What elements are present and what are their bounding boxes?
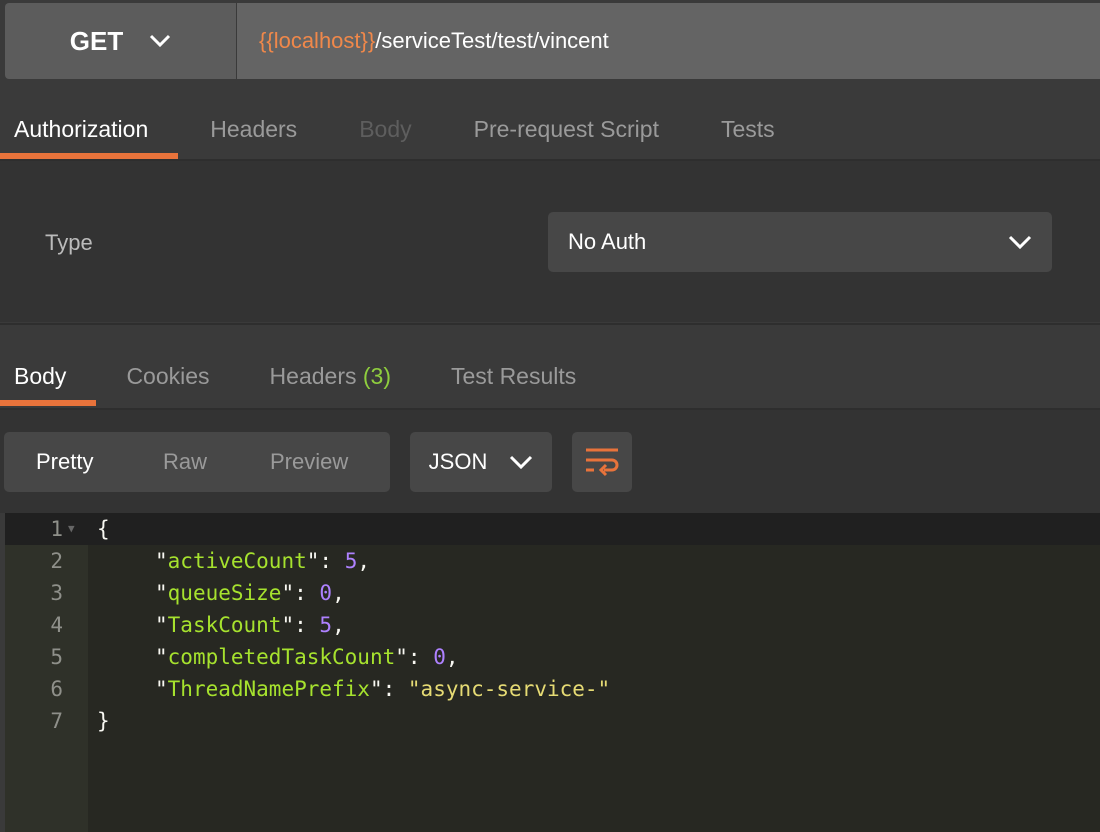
json-key: "TaskCount" [155,613,295,637]
wrap-lines-icon [586,448,619,477]
json-separator: : [407,645,434,669]
code-brace: } [97,709,110,733]
chevron-down-icon [1008,235,1032,249]
json-key: "completedTaskCount" [155,645,408,669]
json-separator: : [294,581,320,605]
json-separator: : [319,549,345,573]
auth-type-select[interactable]: No Auth [548,212,1052,272]
line-number: 4 [50,613,63,637]
json-comma: , [332,581,345,605]
request-tabs: Authorization Headers Body Pre-request S… [0,99,1100,161]
auth-type-label: Type [45,230,93,255]
code-line: 5 "completedTaskCount": 0, [5,641,1100,673]
code-line: 2 "activeCount": 5, [5,545,1100,577]
line-number: 5 [50,645,63,669]
json-comma: , [332,613,345,637]
auth-type-value: No Auth [568,229,647,254]
json-comma: , [357,549,370,573]
code-line: 4 "TaskCount": 5, [5,609,1100,641]
format-value: JSON [428,449,488,474]
tab-cookies[interactable]: Cookies [126,346,209,406]
line-number: 1 [50,517,63,541]
view-preview[interactable]: Preview [270,449,348,475]
json-number: 0 [319,581,333,605]
tab-headers[interactable]: Headers [210,99,297,159]
code-line: 3 "queueSize": 0, [5,577,1100,609]
tab-pre-request-script[interactable]: Pre-request Script [474,99,659,159]
url-variable: {{localhost}} [259,28,376,53]
line-number: 3 [50,581,63,605]
tab-response-headers[interactable]: Headers (3) [270,346,391,406]
response-tabs: Body Cookies Headers (3) Test Results [0,346,576,406]
line-number: 2 [50,549,63,573]
chevron-down-icon [510,455,533,469]
headers-count-badge: (3) [362,362,391,389]
fold-arrow-icon[interactable]: ▼ [68,513,75,545]
json-key: "ThreadNamePrefix" [155,677,383,701]
view-mode-segment: Pretty Raw Preview [4,432,390,492]
wrap-lines-button[interactable] [572,432,632,492]
tab-authorization[interactable]: Authorization [0,99,179,159]
tab-body[interactable]: Body [359,99,411,159]
view-pretty[interactable]: Pretty [36,449,93,475]
json-separator: : [382,677,408,701]
url-input[interactable]: {{localhost}}/serviceTest/test/vincent [237,3,1100,79]
code-line: 6 "ThreadNamePrefix": "async-service-" [5,673,1100,705]
url-path: /serviceTest/test/vincent [375,28,609,53]
json-number: 5 [319,613,333,637]
method-select[interactable]: GET [5,3,236,79]
json-key: "activeCount" [155,549,320,573]
json-number: 0 [433,645,446,669]
line-number: 6 [50,677,63,701]
method-label: GET [69,25,124,56]
code-brace: { [97,517,110,541]
json-string: "async-service-" [407,677,611,701]
json-separator: : [294,613,320,637]
json-key: "queueSize" [155,581,295,605]
json-number: 5 [344,549,358,573]
code-line: 7} [5,705,1100,737]
tab-test-results[interactable]: Test Results [451,346,576,406]
line-number: 7 [50,709,63,733]
response-body-editor[interactable]: 1 ▼ {2 "activeCount": 5, 3 "queueSize": 0, 4 "T… [5,513,1100,832]
chevron-down-icon [150,34,171,48]
code-line: 1 ▼ { [5,513,1100,545]
tab-response-body[interactable]: Body [0,346,98,406]
tab-label: Headers [269,362,357,389]
view-raw[interactable]: Raw [163,449,207,475]
tab-tests[interactable]: Tests [721,99,775,159]
format-select[interactable]: JSON [410,432,552,492]
json-comma: , [445,645,459,669]
